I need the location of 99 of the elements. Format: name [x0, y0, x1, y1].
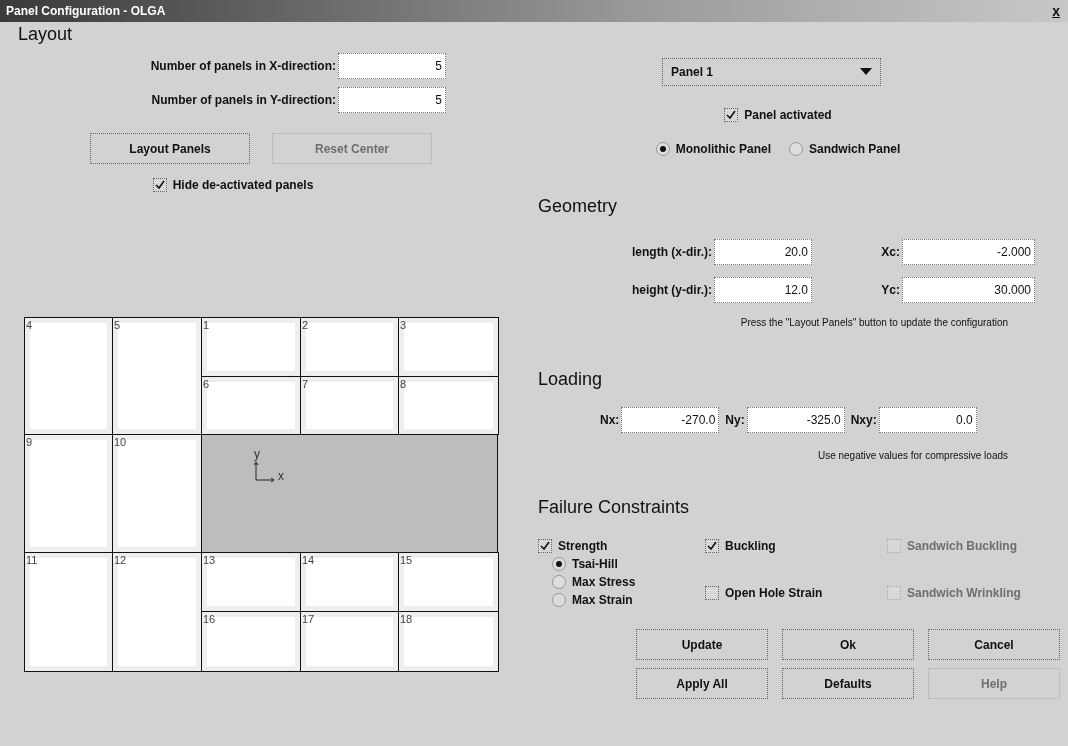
check-mark-icon: [540, 541, 550, 551]
panel-number: 12: [113, 554, 127, 566]
panel-cell[interactable]: 18: [398, 611, 499, 672]
radio-label: Sandwich Panel: [809, 142, 901, 156]
panel-dropdown[interactable]: Panel 1: [662, 58, 881, 86]
panel-number: 10: [113, 436, 127, 448]
field-label: Ny:: [725, 413, 745, 427]
push-button[interactable]: Apply All: [636, 668, 768, 699]
radio-label: Monolithic Panel: [675, 142, 771, 156]
hint-text: Use negative values for compressive loads: [816, 450, 1008, 461]
checkbox[interactable]: [152, 178, 167, 192]
panel-number: 2: [301, 319, 309, 331]
checkbox[interactable]: [538, 539, 552, 553]
panel-number: 1: [202, 319, 210, 331]
panel-number: 14: [301, 554, 315, 566]
checkbox-label: Sandwich Buckling: [907, 539, 1017, 553]
checkbox-label: Buckling: [725, 539, 776, 553]
panel-number: 6: [202, 378, 210, 390]
checkbox[interactable]: [705, 539, 719, 553]
axis-label: y: [254, 447, 260, 461]
close-button[interactable]: x: [1050, 3, 1062, 19]
input-field[interactable]: 30.000: [902, 277, 1035, 303]
checkbox[interactable]: [724, 108, 739, 122]
panel-cell[interactable]: 13: [201, 552, 301, 612]
panel-cell[interactable]: 8: [398, 376, 499, 435]
input-field[interactable]: 20.0: [714, 239, 812, 265]
panel-number: 8: [399, 378, 407, 390]
panel-cell[interactable]: 17: [300, 611, 399, 672]
panel-cell[interactable]: 1: [201, 317, 301, 377]
panel-cell[interactable]: 6: [201, 376, 301, 435]
panel-cell[interactable]: 3: [398, 317, 499, 377]
input-field[interactable]: -270.0: [621, 407, 720, 433]
radio-label: Tsai-Hill: [572, 557, 618, 571]
input-field[interactable]: 5: [338, 87, 446, 113]
input-field[interactable]: 12.0: [714, 277, 812, 303]
section-heading: Loading: [538, 369, 604, 390]
panel-cell[interactable]: 16: [201, 611, 301, 672]
field-label: Yc:: [880, 283, 900, 297]
window-title: Panel Configuration - OLGA: [6, 4, 166, 18]
push-button[interactable]: Update: [636, 629, 768, 660]
field-label: Number of panels in Y-direction:: [151, 93, 336, 107]
field-label: Nxy:: [850, 413, 877, 427]
hint-text: Press the "Layout Panels" button to update the configuration: [739, 317, 1008, 328]
panel-number: 4: [25, 319, 33, 331]
radio-button[interactable]: [552, 593, 566, 607]
radio-label: Max Strain: [572, 593, 633, 607]
radio-button[interactable]: [789, 142, 803, 156]
axes-icon: [254, 461, 276, 483]
field-label: Xc:: [880, 245, 900, 259]
checkbox[interactable]: [705, 586, 719, 600]
panel-cell[interactable]: 14: [300, 552, 399, 612]
push-button[interactable]: Ok: [782, 629, 914, 660]
panel-number: 15: [399, 554, 413, 566]
section-heading: Failure Constraints: [538, 497, 691, 518]
panel-cell[interactable]: 11: [24, 552, 113, 672]
radio-label: Max Stress: [572, 575, 636, 589]
panel-number: 7: [301, 378, 309, 390]
field-label: Number of panels in X-direction:: [150, 59, 336, 73]
input-field[interactable]: -2.000: [902, 239, 1035, 265]
input-field[interactable]: 5: [338, 53, 446, 79]
field-label: length (x-dir.):: [631, 245, 712, 259]
panel-cell[interactable]: 2: [300, 317, 399, 377]
panel-cell[interactable]: 12: [112, 552, 202, 672]
caret-icon: [860, 68, 872, 76]
panel-number: 11: [25, 554, 38, 566]
panel-cell[interactable]: 15: [398, 552, 499, 612]
push-button[interactable]: Layout Panels: [90, 133, 250, 164]
panel-number: 16: [202, 613, 216, 625]
input-field[interactable]: 0.0: [878, 407, 977, 433]
push-button[interactable]: Defaults: [782, 668, 914, 699]
panel-cell[interactable]: 5: [112, 317, 202, 435]
field-label: height (y-dir.):: [631, 283, 712, 297]
panel-cell[interactable]: 4: [24, 317, 113, 435]
panel-number: 13: [202, 554, 216, 566]
checkbox-label: Strength: [558, 539, 608, 553]
panel-number: 9: [25, 436, 33, 448]
input-field[interactable]: -325.0: [746, 407, 845, 433]
field-label: Nx:: [600, 413, 620, 427]
panel-cell[interactable]: 10: [112, 434, 202, 553]
panel-number: 17: [301, 613, 315, 625]
push-button[interactable]: Cancel: [928, 629, 1060, 660]
panel-cell[interactable]: 7: [300, 376, 399, 435]
panel-number: 3: [399, 319, 407, 331]
panel-cell[interactable]: 9: [24, 434, 113, 553]
checkbox-label: Hide de-activated panels: [172, 178, 314, 192]
check-mark-icon: [707, 541, 717, 551]
radio-button[interactable]: [655, 142, 670, 156]
section-heading: Layout: [18, 24, 74, 45]
checkbox-label: Open Hole Strain: [725, 586, 823, 600]
check-mark-icon: [726, 110, 737, 120]
panel-number: 18: [399, 613, 413, 625]
panel-number: 5: [113, 319, 121, 331]
checkbox-label: Panel activated: [744, 108, 832, 122]
radio-button[interactable]: [552, 557, 566, 571]
radio-button[interactable]: [552, 575, 566, 589]
section-heading: Geometry: [538, 196, 619, 217]
check-mark-icon: [154, 180, 165, 190]
checkbox-label: Sandwich Wrinkling: [907, 586, 1021, 600]
axis-label: x: [278, 469, 284, 483]
